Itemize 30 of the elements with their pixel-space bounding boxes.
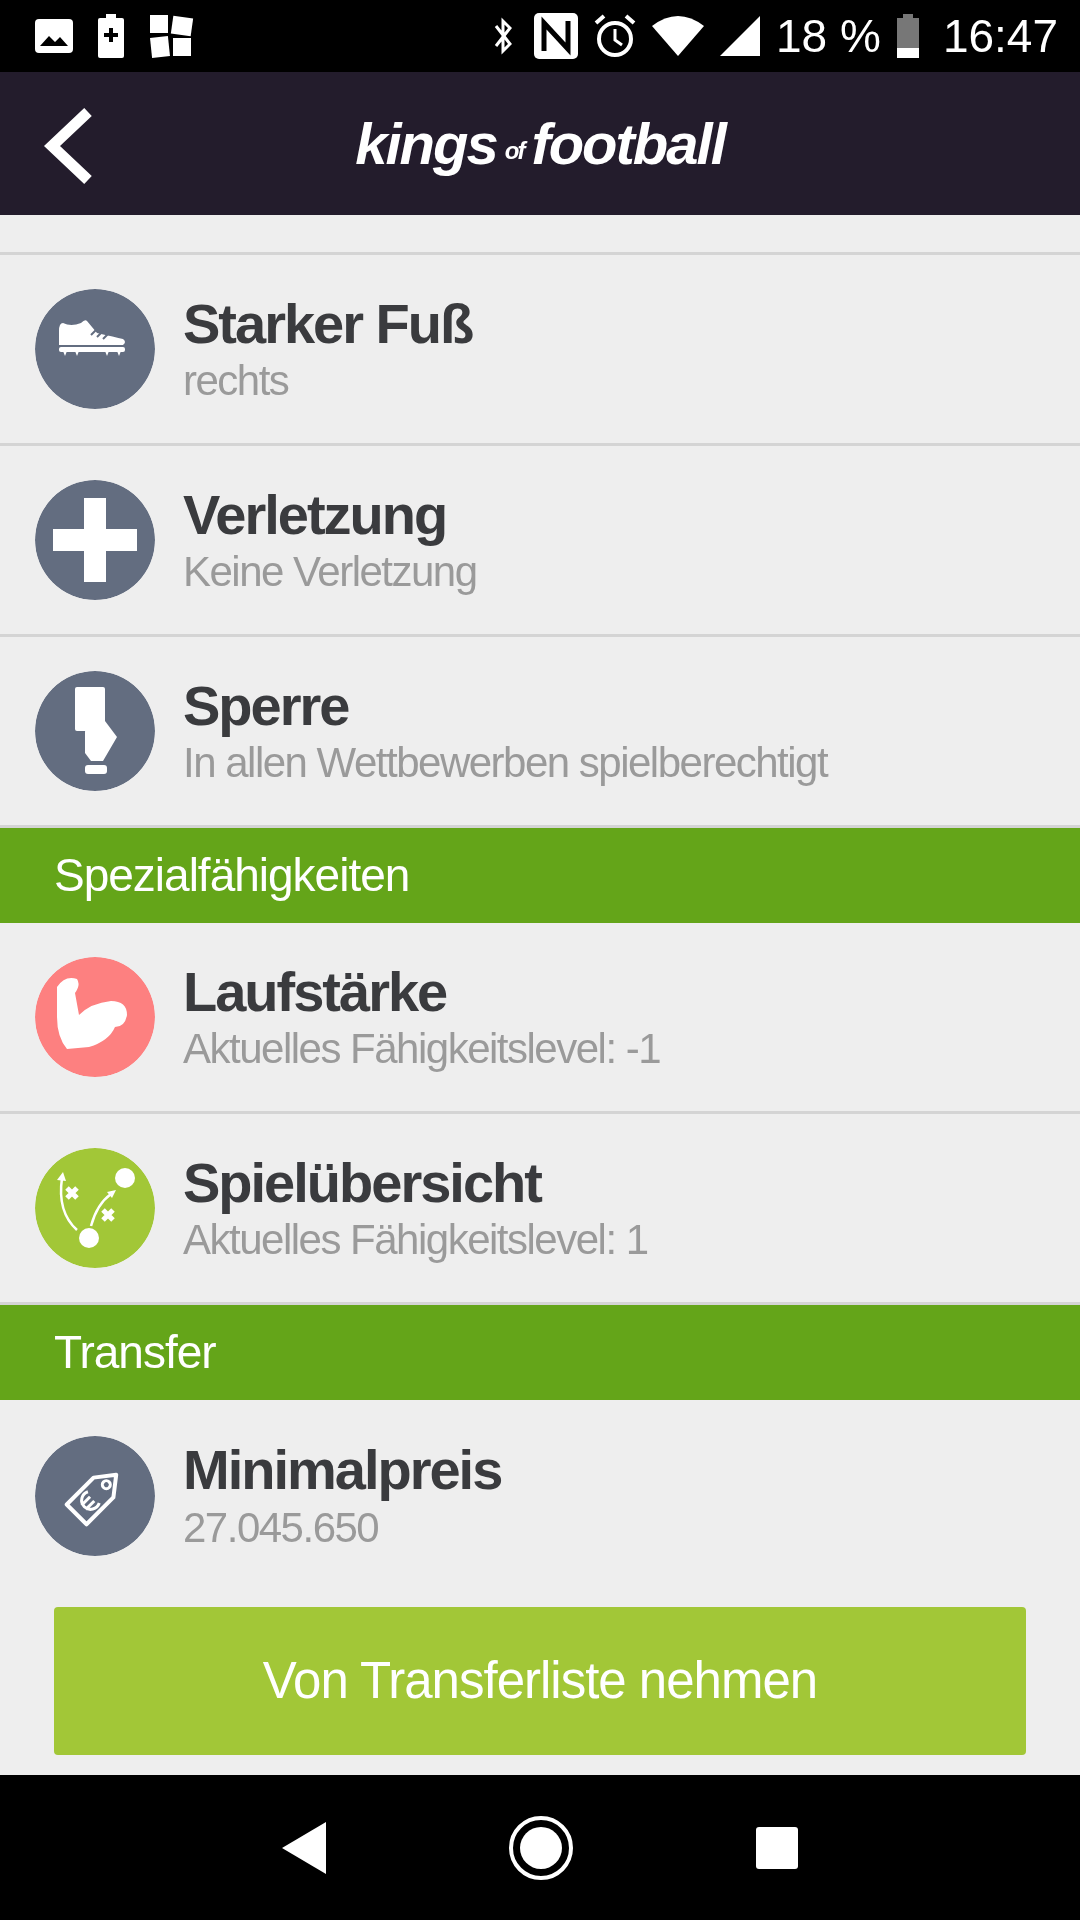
item-title: Laufstärke <box>183 959 448 1024</box>
item-subtitle: Aktuelles Fähigkeitslevel: -1 <box>183 1024 661 1074</box>
item-subtitle: rechts <box>183 356 290 406</box>
item-title: Spielübersicht <box>183 1150 543 1215</box>
item-subtitle: Aktuelles Fähigkeitslevel: 1 <box>183 1215 648 1265</box>
remove-from-transfer-list-button[interactable]: Von Transferliste nehmen <box>54 1607 1026 1755</box>
battery-icon <box>896 14 919 58</box>
puzzle-icon <box>148 13 194 59</box>
item-title: Sperre <box>183 673 350 738</box>
item-title: Starker Fuß <box>183 291 473 356</box>
image-icon <box>34 18 74 54</box>
alarm-clock-icon <box>594 14 636 58</box>
home-nav-button[interactable] <box>508 1814 574 1881</box>
item-subtitle: In allen Wettbewerben spielberechtigt <box>183 738 828 788</box>
item-subtitle: Keine Verletzung <box>183 547 477 597</box>
item-title: Verletzung <box>183 482 448 547</box>
battery-percent: 18 % <box>776 13 881 59</box>
item-subtitle: 27.045.650 <box>183 1502 380 1553</box>
back-nav-button[interactable] <box>280 1819 328 1876</box>
nfc-icon <box>534 13 578 59</box>
item-title: Minimalpreis <box>183 1438 502 1503</box>
wifi-icon <box>652 16 704 56</box>
battery-plus-icon <box>98 14 124 58</box>
recents-nav-button[interactable] <box>754 1824 800 1871</box>
logo-word: of <box>504 135 524 163</box>
signal-icon <box>720 16 760 56</box>
clock-time: 16:47 <box>942 13 1058 59</box>
section-header: Transfer <box>0 1305 1080 1400</box>
section-header: Spezialfähigkeiten <box>0 828 1080 923</box>
logo-word: football <box>531 114 725 173</box>
